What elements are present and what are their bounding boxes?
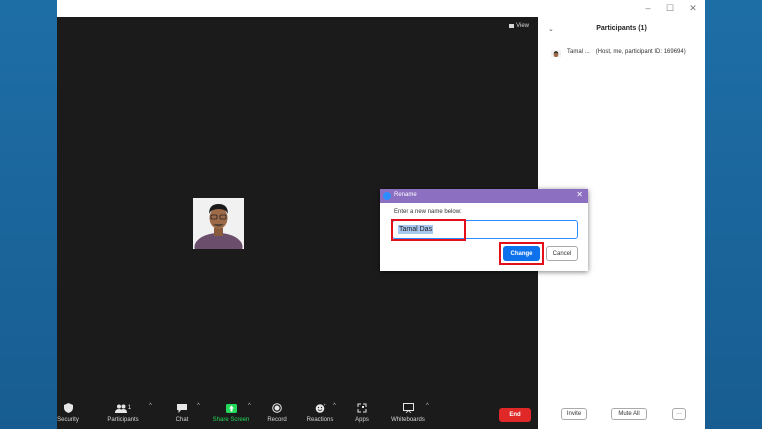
- rename-dialog: Rename ✕ Enter a new name below: Tamal D…: [380, 189, 588, 271]
- security-button[interactable]: Security: [46, 401, 90, 423]
- end-meeting-button[interactable]: End: [499, 408, 531, 422]
- rename-close-icon[interactable]: ✕: [576, 190, 583, 199]
- view-button[interactable]: View: [509, 23, 529, 29]
- security-label: Security: [57, 417, 79, 423]
- whiteboards-label: Whiteboards: [391, 417, 425, 423]
- input-highlight-box: [391, 219, 466, 241]
- participant-detail: (Host, me, participant ID: 169694): [595, 49, 686, 55]
- rename-dialog-title: Rename: [394, 192, 417, 198]
- apps-icon: [357, 401, 367, 415]
- apps-label: Apps: [355, 417, 369, 423]
- view-label: View: [516, 23, 529, 29]
- whiteboards-caret-icon[interactable]: ^: [426, 403, 429, 409]
- rename-prompt: Enter a new name below:: [394, 209, 462, 215]
- minimize-button[interactable]: –: [641, 3, 655, 13]
- participant-avatar: [551, 47, 561, 57]
- background-right: [704, 0, 762, 429]
- participants-icon: 1: [114, 401, 132, 415]
- more-options-button[interactable]: ···: [672, 408, 686, 420]
- chat-label: Chat: [175, 417, 189, 423]
- whiteboards-button[interactable]: Whiteboards: [386, 401, 430, 423]
- shield-icon: [63, 401, 73, 415]
- participant-video-avatar: [193, 198, 244, 249]
- svg-text:+: +: [323, 403, 326, 407]
- cancel-button[interactable]: Cancel: [546, 246, 578, 261]
- zoom-logo-icon: [383, 192, 391, 200]
- apps-button[interactable]: Apps: [340, 401, 384, 423]
- participant-name: Tamal ...: [567, 49, 590, 55]
- maximize-button[interactable]: ☐: [663, 3, 677, 13]
- close-button[interactable]: ✕: [686, 3, 700, 13]
- grid-icon: [509, 24, 515, 28]
- share-caret-icon[interactable]: ^: [248, 403, 251, 409]
- record-label: Record: [267, 417, 287, 423]
- rename-dialog-header: Rename ✕: [380, 189, 588, 203]
- invite-button[interactable]: Invite: [561, 408, 587, 420]
- record-button[interactable]: Record: [255, 401, 299, 423]
- participants-label: Participants: [107, 417, 139, 423]
- reactions-label: Reactions: [306, 417, 334, 423]
- participants-count: 1: [127, 405, 132, 411]
- share-screen-label: Share Screen: [212, 417, 250, 423]
- chat-icon: [177, 401, 187, 415]
- participants-panel-title: Participants (1): [596, 25, 647, 32]
- participants-button[interactable]: 1 Participants: [101, 401, 145, 423]
- share-screen-icon: [225, 401, 237, 415]
- chat-caret-icon[interactable]: ^: [197, 403, 200, 409]
- meeting-toolbar: Security 1 Participants ^ Chat ^ Share S…: [57, 401, 537, 429]
- title-bar: – ☐ ✕: [57, 0, 705, 17]
- participant-row[interactable]: Tamal ... (Host, me, participant ID: 169…: [551, 47, 686, 57]
- participants-caret-icon[interactable]: ^: [149, 403, 152, 409]
- mute-all-button[interactable]: Mute All: [611, 408, 647, 420]
- share-screen-button[interactable]: Share Screen: [209, 401, 253, 423]
- person-photo-icon: [193, 198, 244, 249]
- whiteboard-icon: [402, 401, 414, 415]
- change-highlight-box: [499, 242, 544, 265]
- background-left: [0, 0, 57, 429]
- emoji-icon: +: [315, 401, 326, 415]
- record-icon: [272, 401, 282, 415]
- reactions-caret-icon[interactable]: ^: [333, 403, 336, 409]
